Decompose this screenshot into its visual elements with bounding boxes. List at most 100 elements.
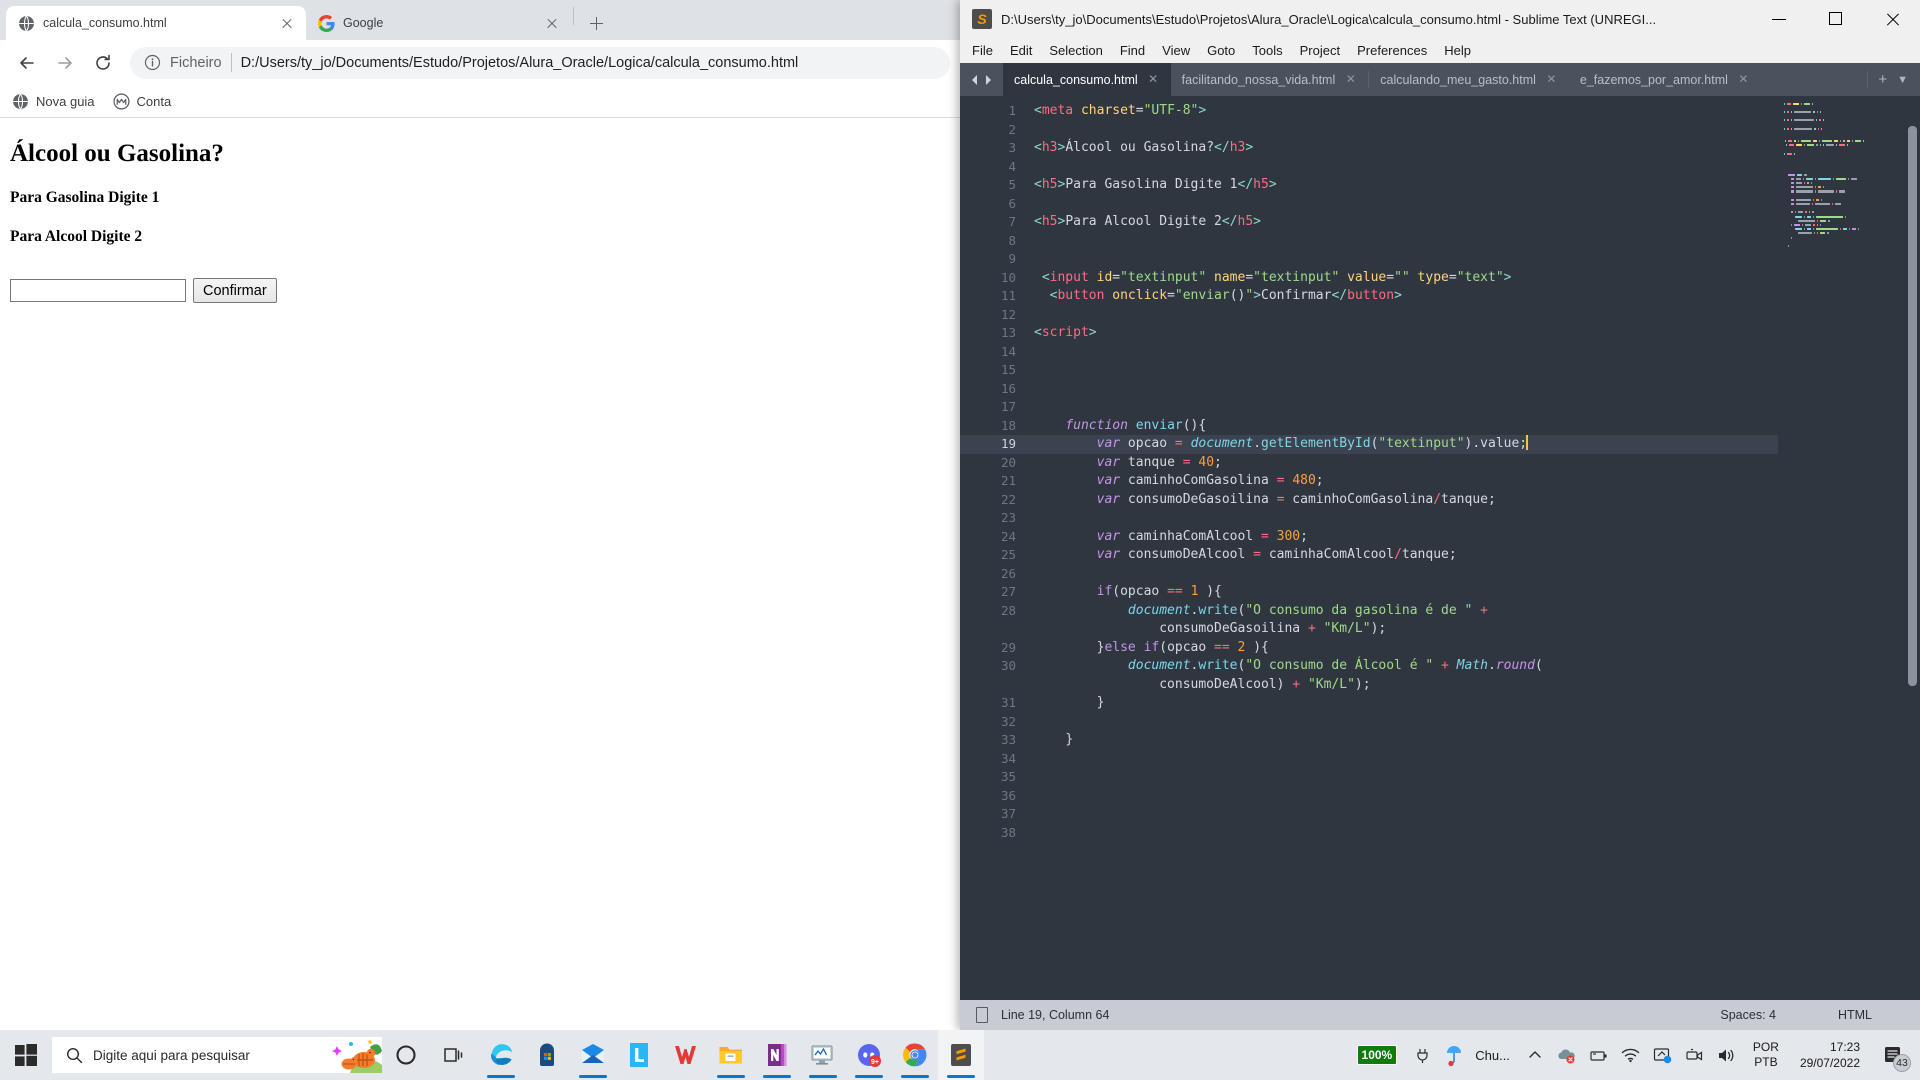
code-line[interactable] [1032, 750, 1778, 769]
code-line[interactable]: <meta charset="UTF-8"> [1032, 102, 1778, 121]
code-line[interactable] [1032, 380, 1778, 399]
taskbar-app-wps-office[interactable] [662, 1030, 708, 1080]
code-line[interactable] [1032, 343, 1778, 362]
taskbar-app-discord[interactable]: 9+ [846, 1030, 892, 1080]
minimap[interactable] [1778, 96, 1920, 1000]
code-line[interactable]: <h5>Para Alcool Digite 2</h5> [1032, 213, 1778, 232]
code-line[interactable] [1032, 805, 1778, 824]
reload-button[interactable] [86, 46, 120, 80]
menu-tools[interactable]: Tools [1252, 43, 1282, 58]
code-line[interactable]: var tanque = 40; [1032, 454, 1778, 473]
code-line[interactable] [1032, 361, 1778, 380]
minimize-button[interactable] [1752, 0, 1808, 38]
taskbar-clock[interactable]: 17:23 29/07/2022 [1790, 1030, 1870, 1080]
menu-view[interactable]: View [1162, 43, 1190, 58]
code-line[interactable]: document.write("O consumo da gasolina é … [1032, 602, 1778, 621]
syntax-label[interactable]: HTML [1838, 1008, 1872, 1022]
show-hidden-icons-button[interactable] [1520, 1030, 1550, 1080]
code-line[interactable]: <input id="textinput" name="textinput" v… [1032, 269, 1778, 288]
taskbar-search-box[interactable]: Digite aqui para pesquisar [52, 1037, 382, 1073]
code-line[interactable]: var opcao = document.getElementById("tex… [1032, 435, 1778, 454]
chevron-right-icon[interactable] [983, 74, 994, 86]
taskbar-app-edge[interactable] [478, 1030, 524, 1080]
action-center-button[interactable]: 43 [1872, 1030, 1914, 1080]
code-line[interactable] [1032, 250, 1778, 269]
code-line[interactable]: if(opcao == 1 ){ [1032, 583, 1778, 602]
code-text-area[interactable]: <meta charset="UTF-8"> <h3>Álcool ou Gaso… [1032, 96, 1778, 1000]
close-icon[interactable] [276, 12, 298, 34]
menu-project[interactable]: Project [1300, 43, 1340, 58]
menu-selection[interactable]: Selection [1049, 43, 1102, 58]
code-editor[interactable]: 1 2 3 4 5 6 7 8 9 10 11 12 13 14 15 16 17 18 19 20 21 22 23 24 2… [960, 96, 1920, 1000]
taskbar-app-l[interactable] [616, 1030, 662, 1080]
code-line[interactable]: var caminhoComGasolina = 480; [1032, 472, 1778, 491]
task-view-button[interactable] [430, 1030, 478, 1080]
browser-tab-1[interactable]: Google [306, 6, 571, 40]
indentation-label[interactable]: Spaces: 4 [1720, 1008, 1776, 1022]
taskbar-app-microsoft-store[interactable] [524, 1030, 570, 1080]
code-line[interactable]: <button onclick="enviar()">Confirmar</bu… [1032, 287, 1778, 306]
code-line[interactable]: function enviar(){ [1032, 417, 1778, 436]
taskbar-app-mail[interactable] [570, 1030, 616, 1080]
editor-tab-3[interactable]: e_fazemos_por_amor.html ✕ [1569, 63, 1761, 96]
battery-percentage-badge[interactable]: 100% [1356, 1045, 1398, 1065]
code-line[interactable] [1032, 398, 1778, 417]
new-tab-button[interactable] [582, 9, 610, 37]
chevron-left-icon[interactable] [969, 74, 980, 86]
code-line[interactable] [1032, 306, 1778, 325]
textinput-field[interactable] [10, 279, 186, 302]
wifi-icon[interactable] [1616, 1030, 1646, 1080]
taskbar-app-chrome[interactable] [892, 1030, 938, 1080]
camera-privacy-icon[interactable] [1680, 1030, 1710, 1080]
volume-icon[interactable] [1712, 1030, 1742, 1080]
close-button[interactable] [1864, 0, 1920, 38]
menu-preferences[interactable]: Preferences [1357, 43, 1427, 58]
safely-remove-hardware-icon[interactable] [1584, 1030, 1614, 1080]
code-line[interactable] [1032, 565, 1778, 584]
code-line[interactable] [1032, 232, 1778, 251]
tab-list-dropdown-icon[interactable]: ▼ [1897, 74, 1908, 86]
taskbar-app-file-explorer[interactable] [708, 1030, 754, 1080]
bookmark-nova-guia[interactable]: Nova guia [12, 93, 95, 110]
menu-goto[interactable]: Goto [1207, 43, 1235, 58]
scrollbar[interactable] [1908, 126, 1917, 686]
code-line[interactable]: <script> [1032, 324, 1778, 343]
code-line[interactable]: var consumoDeAlcool = caminhaComAlcool/t… [1032, 546, 1778, 565]
close-icon[interactable]: ✕ [1344, 73, 1357, 86]
new-tab-button[interactable]: + [1878, 71, 1887, 88]
code-line[interactable] [1032, 768, 1778, 787]
sidebar-toggle-icon[interactable] [976, 1007, 988, 1023]
back-button[interactable] [10, 46, 44, 80]
close-icon[interactable] [541, 12, 563, 34]
close-icon[interactable]: ✕ [1545, 73, 1558, 86]
input-language-indicator[interactable]: POR PTB [1744, 1030, 1788, 1080]
weather-icon[interactable] [1439, 1030, 1469, 1080]
editor-tab-0[interactable]: calcula_consumo.html ✕ [1003, 63, 1171, 96]
code-line[interactable]: <h3>Álcool ou Gasolina?</h3> [1032, 139, 1778, 158]
menu-find[interactable]: Find [1120, 43, 1145, 58]
code-line[interactable] [1032, 158, 1778, 177]
start-button[interactable] [0, 1030, 52, 1080]
taskbar-app-monitor[interactable] [800, 1030, 846, 1080]
taskbar-app-onenote[interactable] [754, 1030, 800, 1080]
tab-nav-arrows[interactable] [960, 63, 1003, 96]
code-line[interactable] [1032, 509, 1778, 528]
code-line[interactable]: }else if(opcao == 2 ){ [1032, 639, 1778, 658]
menu-file[interactable]: File [972, 43, 993, 58]
cortana-button[interactable] [382, 1030, 430, 1080]
code-line[interactable]: var consumoDeGasoilina = caminhoComGasol… [1032, 491, 1778, 510]
code-line[interactable]: } [1032, 731, 1778, 750]
code-line[interactable] [1032, 121, 1778, 140]
confirmar-button[interactable]: Confirmar [193, 278, 277, 303]
power-plug-icon[interactable] [1407, 1030, 1437, 1080]
network-sync-icon[interactable] [1648, 1030, 1678, 1080]
code-line[interactable] [1032, 787, 1778, 806]
editor-tab-2[interactable]: calculando_meu_gasto.html ✕ [1369, 63, 1569, 96]
code-line[interactable] [1032, 713, 1778, 732]
menu-help[interactable]: Help [1444, 43, 1471, 58]
menu-edit[interactable]: Edit [1010, 43, 1032, 58]
code-line[interactable]: consumoDeAlcool) + "Km/L"); [1032, 676, 1778, 695]
browser-tab-0[interactable]: calcula_consumo.html [6, 6, 306, 40]
close-icon[interactable]: ✕ [1737, 73, 1750, 86]
address-bar[interactable]: Ficheiro D:/Users/ty_jo/Documents/Estudo… [130, 46, 950, 79]
